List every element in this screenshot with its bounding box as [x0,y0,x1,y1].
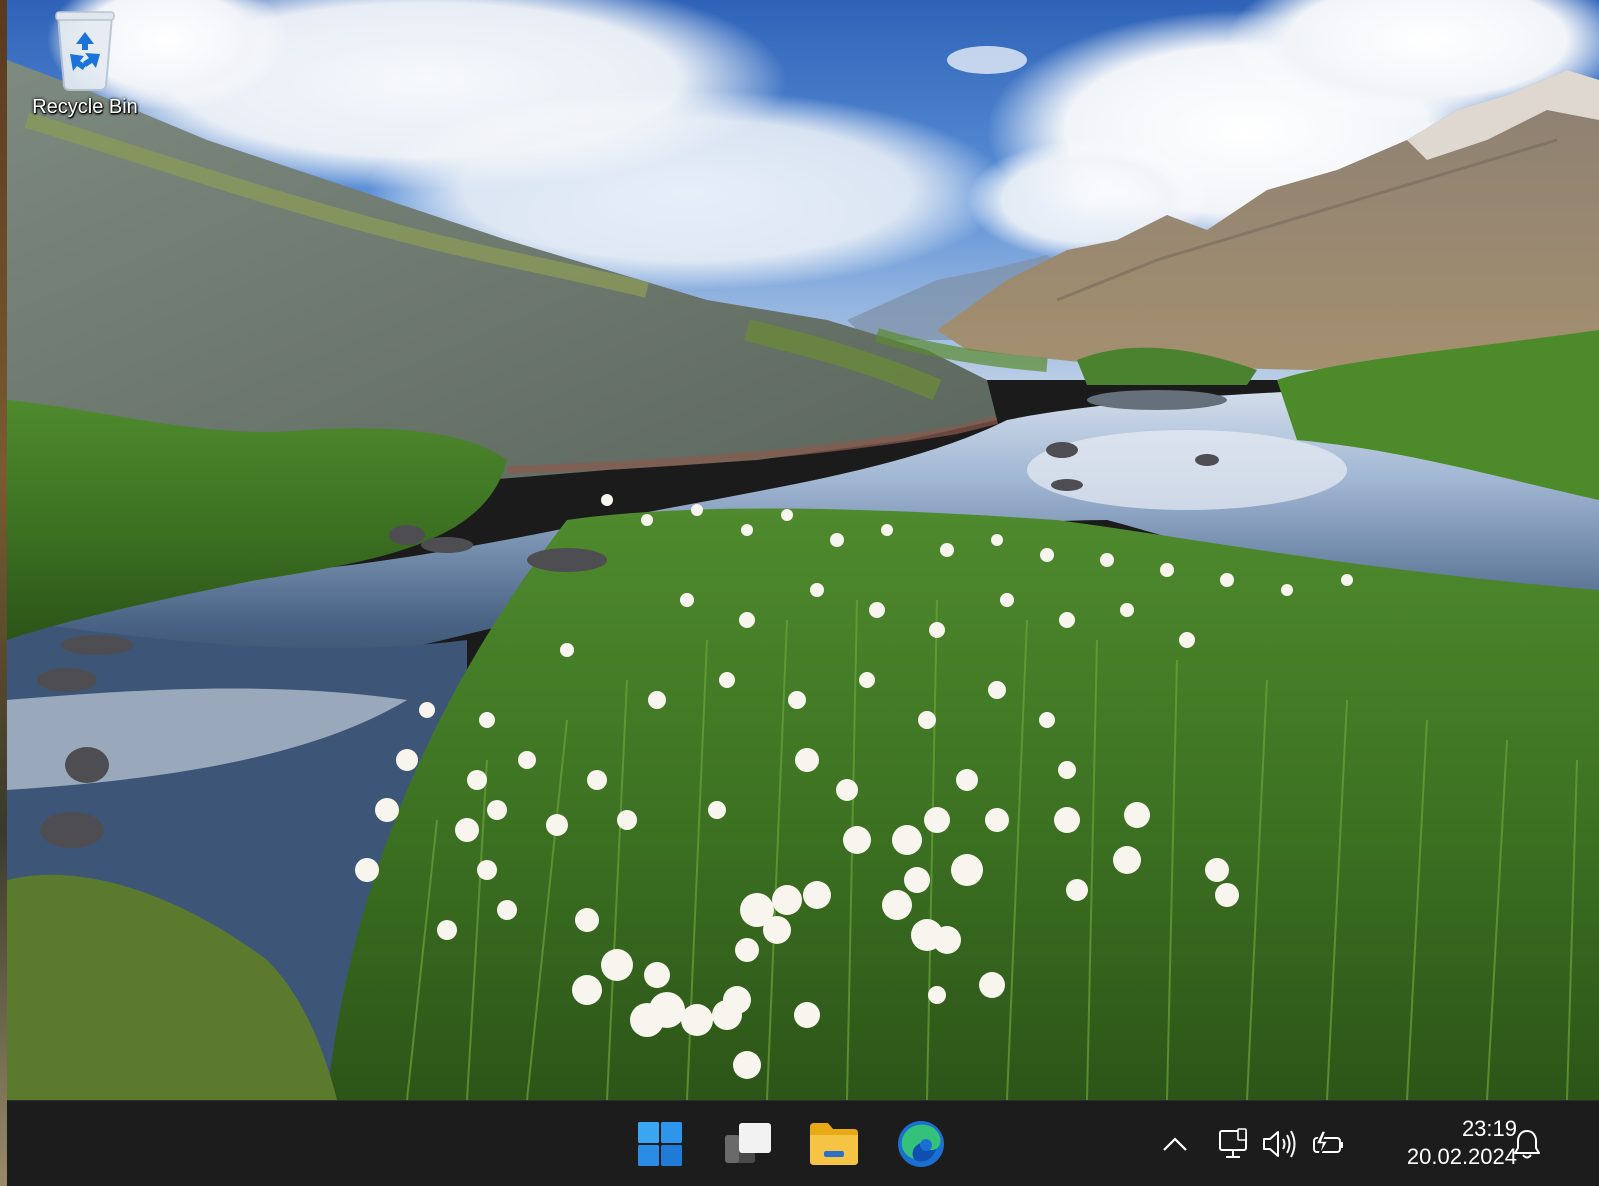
background-window-edge [0,0,7,1186]
battery-icon [1313,1130,1343,1157]
edge-browser-button[interactable] [890,1113,952,1175]
clock-time: 23:19 [1461,1116,1517,1141]
folder-icon [810,1123,858,1165]
chevron-up-icon [1163,1137,1187,1151]
taskbar: 23:19 20.02.2024 [7,1100,1599,1186]
windows-start-icon [638,1122,682,1166]
volume-icon [1263,1130,1296,1158]
edge-icon [898,1121,944,1167]
desktop[interactable]: Recycle Bin [7,0,1599,1100]
start-button[interactable] [629,1113,691,1175]
network-icon [1219,1128,1247,1158]
desktop-icon-label: Recycle Bin [32,96,138,118]
show-hidden-icons-button[interactable] [1155,1119,1195,1169]
network-status[interactable] [1215,1119,1255,1169]
volume-control[interactable] [1257,1119,1301,1169]
task-view-button[interactable] [717,1113,779,1175]
clock-date: 20.02.2024 [1406,1144,1517,1169]
recycle-bin-icon [55,11,115,91]
notification-bell-icon [1514,1130,1540,1159]
wallpaper [7,0,1599,1100]
battery-status[interactable] [1305,1119,1349,1169]
notification-center-button[interactable] [1507,1119,1547,1169]
screen: Recycle Bin 23:19 20.02.2024 [0,0,1599,1186]
file-explorer-button[interactable] [803,1113,865,1175]
taskbar-clock[interactable]: 23:19 20.02.2024 [1377,1115,1517,1171]
desktop-icon-recycle-bin[interactable]: Recycle Bin [25,6,145,134]
task-view-icon [725,1123,771,1163]
